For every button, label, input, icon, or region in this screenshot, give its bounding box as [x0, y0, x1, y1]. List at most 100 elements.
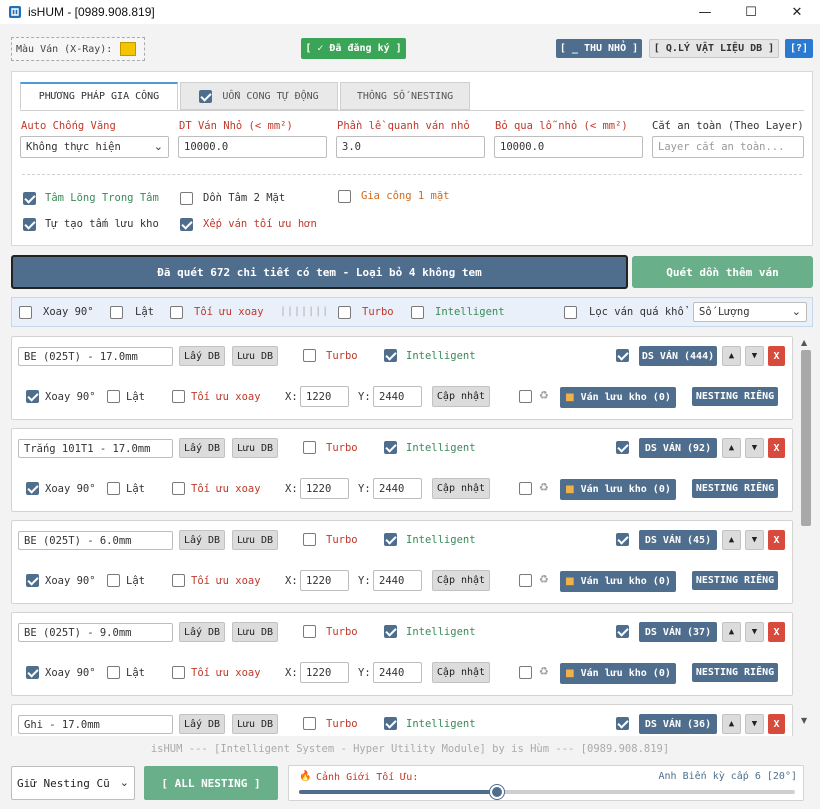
card-optimize-checkbox[interactable] [172, 666, 185, 679]
get-db-button[interactable]: Lấy DB [179, 346, 225, 366]
move-up-icon[interactable]: ▲ [722, 714, 741, 734]
save-db-button[interactable]: Lưu DB [232, 438, 278, 458]
remove-card-button[interactable]: X [768, 438, 785, 458]
help-button[interactable]: [?] [785, 39, 813, 58]
scroll-up-icon[interactable]: ▲ [801, 338, 807, 347]
size-y-input[interactable]: 2440 [373, 386, 422, 407]
board-list-button[interactable]: DS VÁN (92) [639, 438, 717, 458]
material-name-input[interactable]: BE (025T) - 9.0mm [18, 623, 173, 642]
filter-oversize-checkbox[interactable] [564, 306, 577, 319]
move-down-icon[interactable]: ▼ [745, 530, 764, 550]
card-stock-checkbox[interactable] [519, 666, 532, 679]
card-rotate-checkbox[interactable] [26, 666, 39, 679]
stock-boards-button[interactable]: ■ Ván lưu kho (0) [560, 571, 676, 592]
card-select-checkbox[interactable] [616, 717, 629, 730]
size-x-input[interactable]: 1220 [300, 570, 349, 591]
maximize-icon[interactable]: ☐ [728, 0, 774, 24]
move-up-icon[interactable]: ▲ [722, 438, 741, 458]
material-name-input[interactable]: Ghi - 17.0mm [18, 715, 173, 734]
update-size-button[interactable]: Cập nhật [432, 570, 490, 591]
move-down-icon[interactable]: ▼ [745, 346, 764, 366]
size-x-input[interactable]: 1220 [300, 478, 349, 499]
board-list-button[interactable]: DS VÁN (45) [639, 530, 717, 550]
limit-slider-track[interactable] [299, 785, 795, 799]
optimize-layout-checkbox[interactable] [180, 218, 193, 231]
material-db-button[interactable]: [ Q.LÝ VẬT LIỆU DB ] [649, 39, 779, 58]
xray-color-picker[interactable]: Màu Ván (X-Ray): [11, 37, 145, 61]
scroll-thumb[interactable] [801, 350, 811, 526]
minimize-app-button[interactable]: [ _ THU NHỎ ] [556, 39, 642, 58]
list-scrollbar[interactable]: ▲ ▼ [799, 336, 813, 736]
board-list-button[interactable]: DS VÁN (444) [639, 346, 717, 366]
card-rotate-checkbox[interactable] [26, 574, 39, 587]
remove-card-button[interactable]: X [768, 714, 785, 734]
card-optimize-checkbox[interactable] [172, 482, 185, 495]
card-optimize-checkbox[interactable] [172, 390, 185, 403]
save-db-button[interactable]: Lưu DB [232, 530, 278, 550]
get-db-button[interactable]: Lấy DB [179, 622, 225, 642]
move-down-icon[interactable]: ▼ [745, 622, 764, 642]
card-stock-checkbox[interactable] [519, 574, 532, 587]
card-intelligent-checkbox[interactable] [384, 349, 397, 362]
card-turbo-checkbox[interactable] [303, 533, 316, 546]
card-select-checkbox[interactable] [616, 441, 629, 454]
margin-input[interactable]: 3.0 [336, 136, 485, 158]
limit-slider-knob[interactable] [490, 785, 505, 799]
card-flip-checkbox[interactable] [107, 482, 120, 495]
update-size-button[interactable]: Cập nhật [432, 386, 490, 407]
move-down-icon[interactable]: ▼ [745, 438, 764, 458]
card-intelligent-checkbox[interactable] [384, 533, 397, 546]
auto-bending-checkbox[interactable] [199, 89, 213, 103]
size-y-input[interactable]: 2440 [373, 662, 422, 683]
global-intelligent-checkbox[interactable] [411, 306, 424, 319]
skip-holes-input[interactable]: 10000.0 [494, 136, 643, 158]
save-db-button[interactable]: Lưu DB [232, 622, 278, 642]
board-list-button[interactable]: DS VÁN (36) [639, 714, 717, 734]
remove-card-button[interactable]: X [768, 622, 785, 642]
card-stock-checkbox[interactable] [519, 482, 532, 495]
card-select-checkbox[interactable] [616, 533, 629, 546]
global-turbo-checkbox[interactable] [338, 306, 351, 319]
card-flip-checkbox[interactable] [107, 574, 120, 587]
remove-card-button[interactable]: X [768, 346, 785, 366]
sort-select[interactable]: Số Lượng ⌄ [693, 302, 807, 322]
anti-fly-select[interactable]: Không thực hiện ⌄ [20, 136, 169, 158]
auto-stock-checkbox[interactable] [23, 218, 36, 231]
update-size-button[interactable]: Cập nhật [432, 478, 490, 499]
minimize-icon[interactable]: — [682, 0, 728, 24]
card-select-checkbox[interactable] [616, 625, 629, 638]
card-intelligent-checkbox[interactable] [384, 625, 397, 638]
card-flip-checkbox[interactable] [107, 666, 120, 679]
move-down-icon[interactable]: ▼ [745, 714, 764, 734]
double-sided-checkbox[interactable] [180, 192, 193, 205]
scroll-down-icon[interactable]: ▼ [801, 716, 807, 725]
save-db-button[interactable]: Lưu DB [232, 346, 278, 366]
get-db-button[interactable]: Lấy DB [179, 530, 225, 550]
move-up-icon[interactable]: ▲ [722, 530, 741, 550]
tab-nesting-params[interactable]: THÔNG SỐ NESTING [340, 82, 470, 110]
keep-nesting-select[interactable]: Giữ Nesting Cũ ⌄ [11, 766, 135, 800]
card-intelligent-checkbox[interactable] [384, 717, 397, 730]
size-x-input[interactable]: 1220 [300, 386, 349, 407]
move-up-icon[interactable]: ▲ [722, 346, 741, 366]
card-rotate-checkbox[interactable] [26, 482, 39, 495]
nesting-own-button[interactable]: NESTING RIÊNG [692, 571, 778, 590]
tab-machining-method[interactable]: PHƯƠNG PHÁP GIA CÔNG [20, 82, 178, 110]
close-icon[interactable]: ✕ [774, 0, 820, 24]
card-intelligent-checkbox[interactable] [384, 441, 397, 454]
card-turbo-checkbox[interactable] [303, 717, 316, 730]
remove-card-button[interactable]: X [768, 530, 785, 550]
size-y-input[interactable]: 2440 [373, 478, 422, 499]
move-up-icon[interactable]: ▲ [722, 622, 741, 642]
board-list-button[interactable]: DS VÁN (37) [639, 622, 717, 642]
nesting-own-button[interactable]: NESTING RIÊNG [692, 663, 778, 682]
all-nesting-button[interactable]: [ ALL NESTING ] [144, 766, 278, 800]
card-turbo-checkbox[interactable] [303, 625, 316, 638]
update-size-button[interactable]: Cập nhật [432, 662, 490, 683]
size-y-input[interactable]: 2440 [373, 570, 422, 591]
card-rotate-checkbox[interactable] [26, 390, 39, 403]
tab-auto-bending[interactable]: UỐN CONG TỰ ĐỘNG [180, 82, 338, 110]
nesting-own-button[interactable]: NESTING RIÊNG [692, 479, 778, 498]
stock-boards-button[interactable]: ■ Ván lưu kho (0) [560, 387, 676, 408]
card-optimize-checkbox[interactable] [172, 574, 185, 587]
